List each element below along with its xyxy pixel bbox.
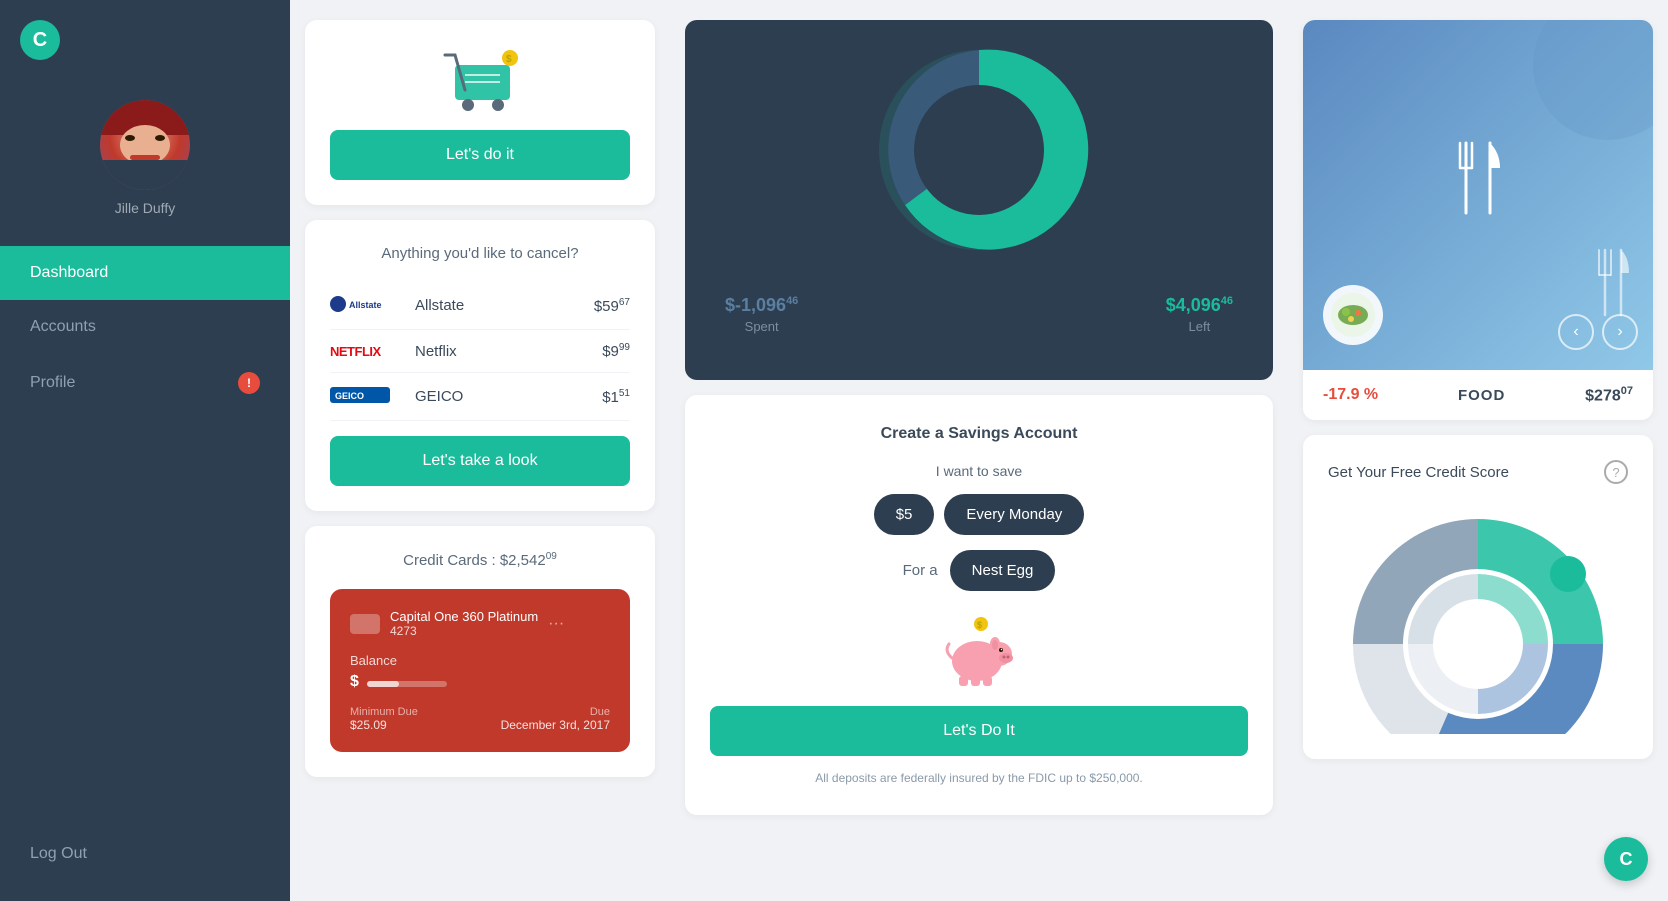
logout-button[interactable]: Log Out [0, 827, 290, 881]
card-number: 4273 [390, 624, 538, 638]
amount-pill[interactable]: $5 [874, 494, 935, 535]
due-label: Due [501, 706, 610, 718]
avatar [100, 100, 190, 190]
credit-score-donut [1328, 504, 1628, 734]
sidebar-item-label: Dashboard [30, 264, 108, 282]
cutlery-icon [1448, 133, 1508, 258]
card-menu-dots[interactable]: ··· [548, 615, 564, 633]
prev-button[interactable]: ‹ [1558, 314, 1594, 350]
piggy-bank-icon: $ [710, 616, 1248, 686]
cancel-item-amount: $151 [602, 388, 630, 406]
allstate-logo: Allstate [330, 294, 400, 317]
username-label: Jille Duffy [115, 200, 175, 216]
card-chip [350, 614, 380, 634]
card-name: Capital One 360 Platinum [390, 609, 538, 624]
cancel-item-amount: $5967 [594, 297, 630, 315]
purpose-pill[interactable]: Nest Egg [950, 550, 1056, 591]
app-logo: C [20, 20, 60, 60]
profile-badge: ! [238, 372, 260, 394]
left-label: Left [1166, 319, 1233, 334]
cancel-item-name: Allstate [415, 297, 594, 314]
left-value: $4,09646 [1166, 295, 1233, 316]
svg-text:Allstate: Allstate [349, 300, 382, 310]
credit-score-card: Get Your Free Credit Score ? [1303, 435, 1653, 759]
geico-logo: GEICO [330, 385, 400, 408]
help-icon[interactable]: ? [1604, 460, 1628, 484]
cancel-title: Anything you'd like to cancel? [330, 245, 630, 262]
lets-do-it-button[interactable]: Let's do it [330, 130, 630, 180]
cart-card: $ Let's do it [305, 20, 655, 205]
food-category-label: FOOD [1458, 387, 1505, 404]
spent-label: Spent [725, 319, 798, 334]
budget-donut-area [685, 20, 1273, 280]
credit-score-title: Get Your Free Credit Score [1328, 464, 1509, 481]
left-stat: $4,09646 Left [1166, 295, 1233, 334]
food-visual-area: ‹ › [1303, 20, 1653, 370]
floating-action-button[interactable]: C [1604, 837, 1648, 881]
credit-cards-title: Credit Cards : $2,54209 [330, 551, 630, 569]
budget-footer: $-1,09646 Spent $4,09646 Left [685, 280, 1273, 354]
food-percentage: -17.9 % [1323, 386, 1378, 404]
due-value: December 3rd, 2017 [501, 718, 610, 732]
savings-card: Create a Savings Account I want to save … [685, 395, 1273, 815]
sidebar-item-dashboard[interactable]: Dashboard [0, 246, 290, 300]
food-card: ‹ › -17.9 % FOOD $27807 [1303, 20, 1653, 420]
column-2: $-1,09646 Spent $4,09646 Left Create a S… [670, 0, 1288, 901]
budget-card: $-1,09646 Spent $4,09646 Left [685, 20, 1273, 380]
savings-for-row: For a Nest Egg [710, 550, 1248, 591]
credit-cards-card: Credit Cards : $2,54209 Capital One 360 … [305, 526, 655, 777]
savings-options: $5 Every Monday [710, 494, 1248, 535]
svg-text:$: $ [506, 54, 512, 65]
column-3: ‹ › -17.9 % FOOD $27807 Get Your Free Cr… [1288, 0, 1668, 901]
food-amount: $27807 [1585, 385, 1633, 405]
shopping-cart-icon: $ [430, 40, 530, 120]
column-1: $ Let's do it Anything you'd like to can… [290, 0, 670, 901]
sidebar-item-label: Profile [30, 374, 75, 392]
fdic-disclaimer: All deposits are federally insured by th… [710, 771, 1248, 785]
credit-score-chart [1338, 504, 1618, 734]
min-due-value: $25.09 [350, 718, 418, 732]
balance-value: $ [350, 673, 610, 691]
food-card-nav: ‹ › [1558, 314, 1638, 350]
i-want-label: I want to save [710, 463, 1248, 479]
list-item: Allstate Allstate $5967 [330, 282, 630, 330]
netflix-logo: NETFLIX [330, 344, 400, 359]
balance-label: Balance [350, 653, 610, 668]
frequency-pill[interactable]: Every Monday [944, 494, 1084, 535]
credit-score-header: Get Your Free Credit Score ? [1328, 460, 1628, 484]
spent-stat: $-1,09646 Spent [725, 295, 798, 334]
list-item: NETFLIX Netflix $999 [330, 330, 630, 373]
cancel-item-name: Netflix [415, 343, 602, 360]
list-item: GEICO GEICO $151 [330, 373, 630, 421]
plate-icon [1318, 280, 1388, 355]
sidebar-item-profile[interactable]: Profile ! [0, 354, 290, 412]
main-nav: Dashboard Accounts Profile ! [0, 246, 290, 827]
accent-circle [1533, 20, 1653, 140]
lets-take-a-look-button[interactable]: Let's take a look [330, 436, 630, 486]
budget-donut-chart [849, 20, 1109, 280]
cancel-card: Anything you'd like to cancel? Allstate … [305, 220, 655, 511]
card-footer: Minimum Due $25.09 Due December 3rd, 201… [350, 706, 610, 732]
lets-do-it-savings-button[interactable]: Let's Do It [710, 706, 1248, 756]
svg-text:$: $ [977, 620, 982, 630]
sidebar-item-label: Accounts [30, 318, 96, 336]
sidebar: C Jille Duffy Dashboard Accounts Profile [0, 0, 290, 901]
cancel-item-name: GEICO [415, 388, 602, 405]
savings-title: Create a Savings Account [710, 425, 1248, 443]
cart-icon-area: $ [430, 40, 530, 120]
cancel-item-amount: $999 [602, 342, 630, 360]
credit-card-visual: Capital One 360 Platinum 4273 ··· Balanc… [330, 589, 630, 752]
food-card-footer: -17.9 % FOOD $27807 [1303, 370, 1653, 420]
svg-text:GEICO: GEICO [335, 391, 364, 401]
main-content: $ Let's do it Anything you'd like to can… [290, 0, 1668, 901]
min-due-label: Minimum Due [350, 706, 418, 718]
for-label: For a [903, 562, 938, 579]
next-button[interactable]: › [1602, 314, 1638, 350]
spent-value: $-1,09646 [725, 295, 798, 316]
sidebar-item-accounts[interactable]: Accounts [0, 300, 290, 354]
